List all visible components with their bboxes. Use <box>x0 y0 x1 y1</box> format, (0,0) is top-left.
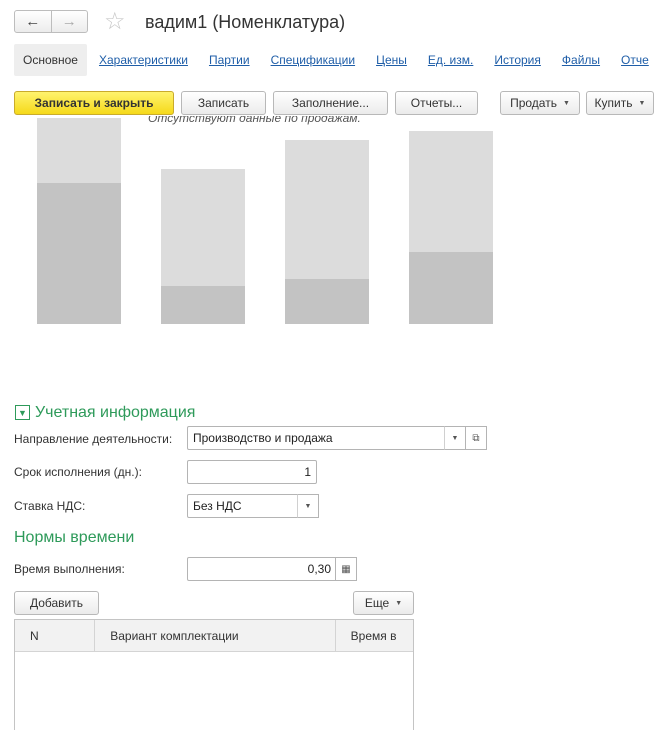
calculator-icon[interactable]: ▦ <box>335 557 357 581</box>
chart-bar-part <box>409 252 493 324</box>
open-direction-icon[interactable]: ⧉ <box>465 426 487 450</box>
time-norms-table[interactable]: N Вариант комплектации Время в <box>14 619 414 730</box>
tab-prices[interactable]: Цены <box>376 53 407 67</box>
column-header-time[interactable]: Время в <box>336 620 413 652</box>
sales-chart <box>0 118 664 398</box>
window-title: вадим1 (Номенклатура) <box>145 12 346 32</box>
sell-dropdown-button[interactable]: Продать ▼ <box>500 91 580 115</box>
chevron-down-icon: ▼ <box>638 99 646 107</box>
tab-characteristics[interactable]: Характеристики <box>99 53 188 67</box>
chevron-down-icon: ▼ <box>395 599 403 607</box>
vat-label: Ставка НДС: <box>14 499 86 513</box>
forward-arrow-icon[interactable]: → <box>50 11 88 32</box>
section-tabs: Основное Характеристики Партии Специфика… <box>14 44 664 76</box>
direction-dropdown-icon[interactable]: ▼ <box>444 426 466 450</box>
time-norms-title: Нормы времени <box>14 529 135 546</box>
chevron-down-icon: ▼ <box>562 99 570 107</box>
column-header-variant[interactable]: Вариант комплектации <box>95 620 336 652</box>
tab-reports[interactable]: Отче <box>621 53 649 67</box>
column-header-number[interactable]: N <box>15 620 96 652</box>
chart-empty-message: Отсутствуют данные по продажам. <box>148 116 361 125</box>
exec-time-input[interactable]: 0,30 <box>187 557 337 581</box>
chart-bar-part <box>37 183 121 324</box>
buy-button-label: Купить <box>594 96 633 110</box>
term-input[interactable]: 1 <box>187 460 317 484</box>
table-header: N Вариант комплектации Время в <box>15 620 413 652</box>
vat-dropdown-icon[interactable]: ▼ <box>297 494 319 518</box>
buy-dropdown-button[interactable]: Купить ▼ <box>586 91 654 115</box>
tab-batches[interactable]: Партии <box>209 53 250 67</box>
tab-specifications[interactable]: Спецификации <box>271 53 355 67</box>
chart-bar-part <box>161 286 245 324</box>
tab-history[interactable]: История <box>494 53 541 67</box>
tab-units[interactable]: Ед. изм. <box>428 53 473 67</box>
chart-bar-part <box>285 279 369 324</box>
history-nav: ← → <box>14 10 88 33</box>
more-button-label: Еще <box>364 596 390 610</box>
favorite-star-icon[interactable]: ☆ <box>104 8 126 36</box>
fill-button[interactable]: Заполнение... <box>273 91 388 115</box>
back-arrow-icon[interactable]: ← <box>15 11 51 32</box>
tab-files[interactable]: Файлы <box>562 53 600 67</box>
direction-label: Направление деятельности: <box>14 432 173 446</box>
reports-button[interactable]: Отчеты... <box>395 91 478 115</box>
tab-main[interactable]: Основное <box>14 44 87 76</box>
exec-time-label: Время выполнения: <box>14 562 125 576</box>
direction-field[interactable]: Производство и продажа <box>187 426 446 450</box>
sell-button-label: Продать <box>510 96 557 110</box>
save-and-close-button[interactable]: Записать и закрыть <box>14 91 174 115</box>
term-label: Срок исполнения (дн.): <box>14 465 142 479</box>
add-row-button[interactable]: Добавить <box>14 591 99 615</box>
save-button[interactable]: Записать <box>181 91 266 115</box>
collapse-chevron-icon[interactable]: ▼ <box>15 405 30 420</box>
vat-rate-field[interactable]: Без НДС <box>187 494 299 518</box>
more-dropdown-button[interactable]: Еще ▼ <box>353 591 414 615</box>
accounting-group-title[interactable]: Учетная информация <box>35 403 195 423</box>
